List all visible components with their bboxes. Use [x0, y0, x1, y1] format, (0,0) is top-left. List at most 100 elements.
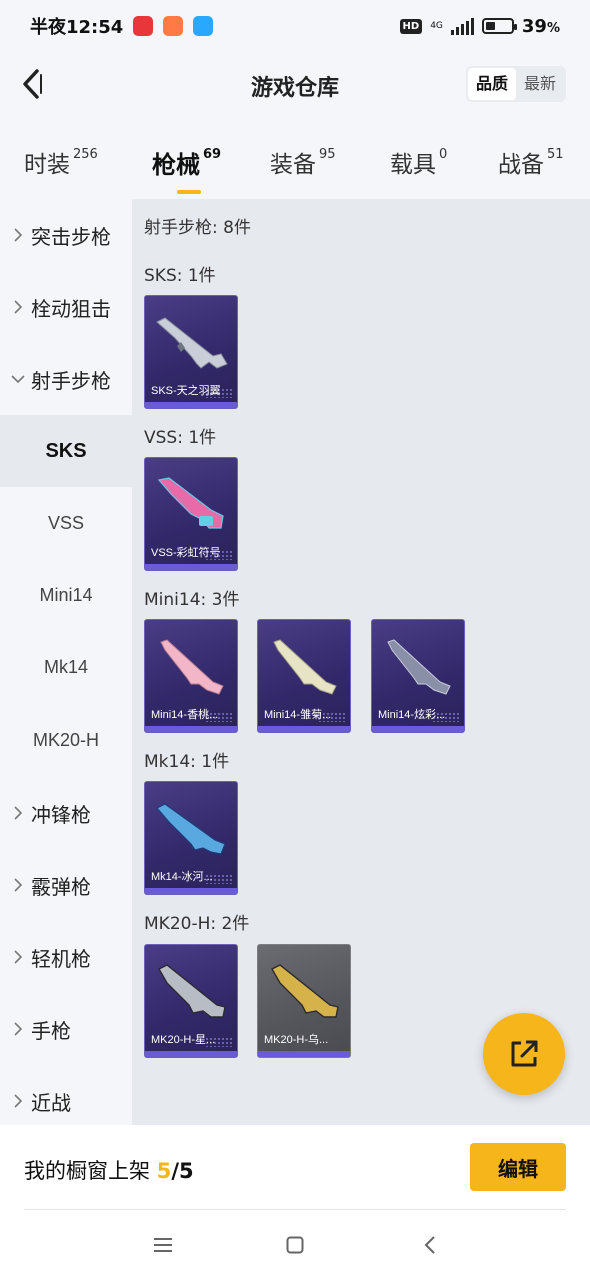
home-nav-button[interactable]	[280, 1230, 310, 1260]
tab-firearms[interactable]: 枪械 69	[152, 145, 221, 194]
sidebar-item-label: 轻机枪	[31, 946, 91, 971]
item-card[interactable]: VSS-彩虹符号	[144, 457, 238, 571]
rarity-bar	[145, 1051, 237, 1057]
item-name: VSS-彩虹符号	[151, 547, 221, 559]
item-card[interactable]: Mini14-香桃...	[144, 619, 238, 733]
notification-icons	[133, 16, 214, 36]
tab-count: 0	[439, 147, 448, 162]
sidebar-item-shotgun[interactable]: 霰弹枪	[0, 849, 132, 921]
rifle-icon	[157, 477, 224, 529]
rarity-bar	[372, 726, 464, 732]
item-card[interactable]: SKS-天之羽翼	[144, 295, 238, 409]
sidebar-subitem-vss[interactable]: VSS	[0, 487, 132, 559]
sidebar-item-assault-rifle[interactable]: 突击步枪	[0, 199, 132, 271]
share-fab-button[interactable]	[483, 1013, 565, 1095]
sidebar-subitem-sks[interactable]: SKS	[0, 415, 132, 487]
chevron-down-icon	[11, 375, 25, 383]
weapon-category-sidebar: 突击步枪 栓动狙击 射手步枪 SKS VSS Mini14 Mk14 MK20-…	[0, 199, 132, 1125]
item-card[interactable]: Mk14-冰河...	[144, 781, 238, 895]
item-card[interactable]: Mini14-雏菊...	[257, 619, 351, 733]
sidebar-subitem-mk20h[interactable]: MK20-H	[0, 704, 132, 776]
tab-count: 51	[547, 147, 564, 162]
hd-badge: HD	[399, 18, 423, 34]
section-title: Mk14: 1件	[144, 752, 230, 772]
chevron-right-icon	[11, 1094, 25, 1108]
sort-option-newest[interactable]: 最新	[516, 68, 564, 100]
tab-label: 枪械	[152, 151, 200, 179]
sidebar-item-lmg[interactable]: 轻机枪	[0, 921, 132, 993]
tab-label: 装备	[270, 152, 316, 178]
rifle-icon	[158, 964, 226, 1018]
item-name: Mini14-雏菊...	[264, 709, 332, 721]
menu-nav-button[interactable]	[148, 1230, 178, 1260]
item-card[interactable]: MK20-H-星...	[144, 944, 238, 1058]
rifle-icon	[271, 964, 339, 1018]
chevron-right-icon	[11, 878, 25, 892]
rarity-bar	[145, 564, 237, 570]
rarity-bar	[145, 888, 237, 894]
back-nav-button[interactable]	[415, 1230, 445, 1260]
item-name: SKS-天之羽翼	[151, 385, 221, 397]
item-name: Mk14-冰河...	[151, 871, 213, 883]
sort-option-quality[interactable]: 品质	[467, 68, 516, 100]
sidebar-item-label: 突击步枪	[31, 224, 111, 249]
status-time: 半夜12:54	[30, 17, 124, 38]
item-name: MK20-H-星...	[151, 1034, 216, 1046]
section-title: VSS: 1件	[144, 428, 217, 448]
showcase-status: 我的橱窗上架 5/5	[24, 1155, 194, 1185]
sort-toggle: 品质 最新	[465, 66, 566, 102]
active-tab-indicator	[177, 190, 201, 194]
item-name: Mini14-炫彩...	[378, 709, 446, 721]
rifle-icon	[273, 639, 337, 695]
sidebar-item-bolt-sniper[interactable]: 栓动狙击	[0, 271, 132, 343]
rifle-icon	[156, 317, 228, 369]
sidebar-item-pistol[interactable]: 手枪	[0, 993, 132, 1065]
rarity-bar	[145, 402, 237, 408]
sidebar-item-smg[interactable]: 冲锋枪	[0, 777, 132, 849]
item-card[interactable]: MK20-H-乌...	[257, 944, 351, 1058]
network-indicator: 4G	[430, 21, 443, 31]
share-external-icon	[511, 1040, 538, 1067]
showcase-count: 5	[156, 1159, 172, 1183]
showcase-total: /5	[171, 1159, 194, 1183]
rarity-bar	[258, 726, 350, 732]
sidebar-item-label: 近战	[31, 1090, 71, 1115]
item-name: Mini14-香桃...	[151, 709, 219, 721]
sidebar-item-label: 射手步枪	[31, 368, 111, 393]
showcase-footer: 我的橱窗上架 5/5 编辑	[0, 1125, 590, 1210]
section-title: MK20-H: 2件	[144, 914, 250, 934]
tab-label: 时装	[24, 152, 70, 178]
home-square-icon	[286, 1236, 304, 1254]
item-name: MK20-H-乌...	[264, 1034, 329, 1046]
tab-combat-gear[interactable]: 战备 51	[498, 145, 564, 179]
item-card[interactable]: Mini14-炫彩...	[371, 619, 465, 733]
tab-vehicles[interactable]: 载具 0	[390, 145, 447, 179]
chevron-right-icon	[11, 1022, 25, 1036]
signal-icon	[450, 17, 474, 35]
rarity-bar	[258, 1051, 350, 1057]
chevron-right-icon	[11, 228, 25, 242]
tab-count: 256	[73, 147, 98, 162]
battery-icon	[481, 18, 517, 34]
back-chevron-icon	[424, 1236, 435, 1254]
rifle-icon	[387, 639, 451, 695]
header: 游戏仓库 品质 最新	[0, 52, 590, 116]
rifle-icon	[156, 803, 226, 855]
sidebar-item-label: 霰弹枪	[31, 874, 91, 899]
sidebar-item-label: 栓动狙击	[31, 296, 111, 321]
sidebar-item-marksman-rifle[interactable]: 射手步枪	[0, 343, 132, 415]
section-title: SKS: 1件	[144, 266, 216, 286]
sidebar-subitem-mk14[interactable]: Mk14	[0, 631, 132, 703]
chevron-right-icon	[11, 950, 25, 964]
tab-fashion[interactable]: 时装 256	[24, 145, 98, 179]
sidebar-subitem-mini14[interactable]: Mini14	[0, 559, 132, 631]
battery-percent: 39%	[521, 15, 560, 37]
tab-label: 战备	[498, 152, 544, 178]
item-grid-panel: 射手步枪: 8件 SKS: 1件 SKS-天之羽翼 VSS: 1件 VSS-彩虹…	[132, 199, 590, 1125]
tab-label: 载具	[390, 152, 436, 178]
chevron-right-icon	[11, 300, 25, 314]
section-title: Mini14: 3件	[144, 590, 240, 610]
sidebar-item-label: 手枪	[31, 1018, 71, 1043]
edit-button[interactable]: 编辑	[470, 1143, 566, 1191]
tab-equipment[interactable]: 装备 95	[270, 145, 336, 179]
